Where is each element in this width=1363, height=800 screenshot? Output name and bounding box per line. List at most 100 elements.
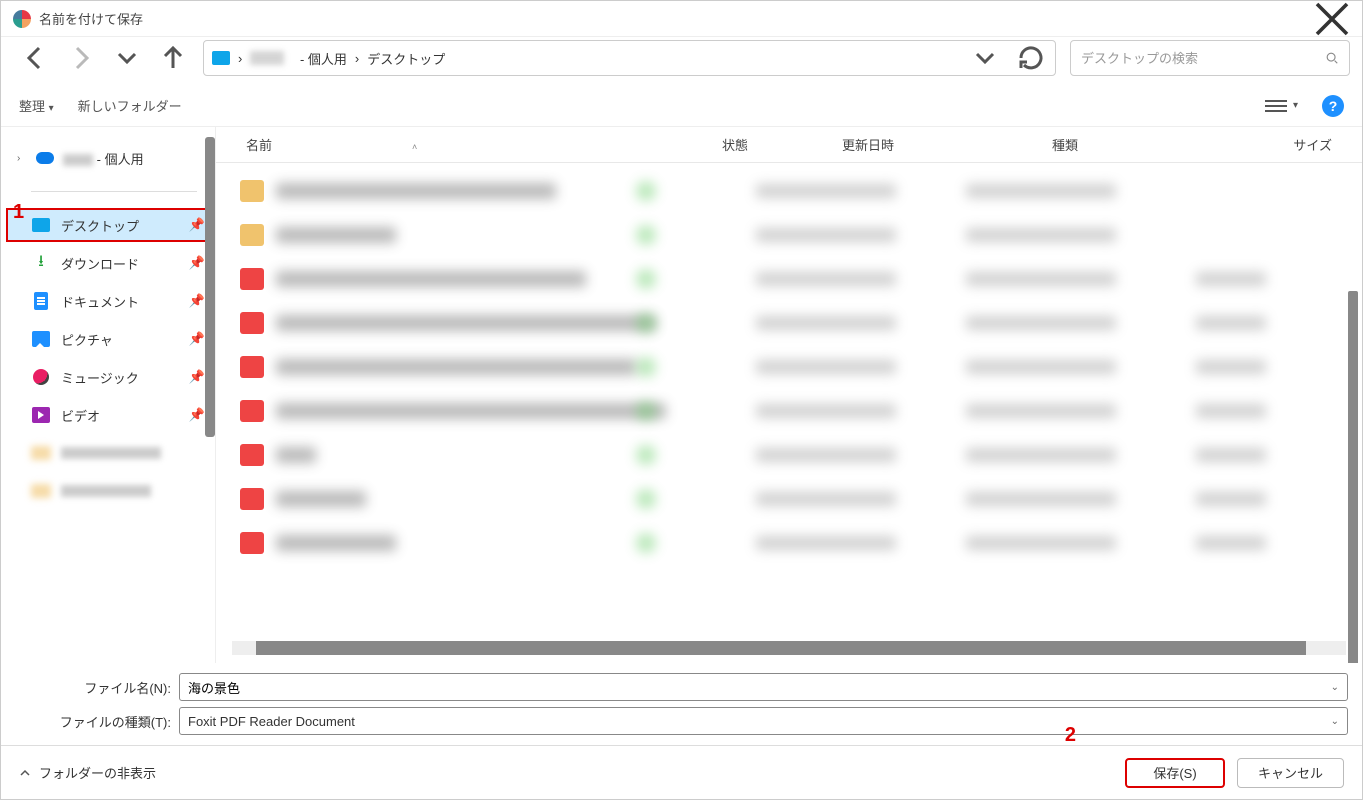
cancel-button[interactable]: キャンセル xyxy=(1237,758,1344,788)
file-list-pane: 名前˄ 状態 更新日時 種類 サイズ xyxy=(216,127,1362,663)
window-title: 名前を付けて保存 xyxy=(39,9,1314,28)
sidebar-root-onedrive[interactable]: › - 個人用 xyxy=(1,139,215,177)
filetype-value: Foxit PDF Reader Document xyxy=(188,714,1331,729)
help-button[interactable]: ? xyxy=(1322,95,1344,117)
filename-label: ファイル名(N): xyxy=(15,678,179,697)
address-bar[interactable]: › - 個人用 › デスクトップ xyxy=(203,40,1056,76)
list-icon xyxy=(1265,100,1287,112)
command-bar: 整理 ▾ 新しいフォルダー ▾ ? xyxy=(1,85,1362,127)
sidebar-item-pictures[interactable]: ピクチャ 📌 xyxy=(1,320,215,358)
column-headers: 名前˄ 状態 更新日時 種類 サイズ xyxy=(216,127,1362,163)
app-icon xyxy=(13,10,31,28)
dialog-footer: 2 フォルダーの非表示 保存(S) キャンセル xyxy=(1,745,1362,799)
search-input[interactable] xyxy=(1081,51,1325,66)
arrow-left-icon xyxy=(19,42,51,74)
table-row[interactable] xyxy=(216,301,1362,345)
document-icon xyxy=(34,292,48,310)
column-size[interactable]: サイズ xyxy=(1242,135,1352,154)
table-row[interactable] xyxy=(216,477,1362,521)
table-row[interactable] xyxy=(216,389,1362,433)
pin-icon[interactable]: 📌 xyxy=(189,331,205,347)
table-row[interactable] xyxy=(216,169,1362,213)
sidebar-scrollbar[interactable] xyxy=(205,137,215,437)
pdf-icon xyxy=(240,268,264,290)
sidebar-item-label: ピクチャ xyxy=(61,330,113,349)
navigation-bar: › - 個人用 › デスクトップ xyxy=(1,37,1362,85)
video-icon xyxy=(32,407,50,423)
pdf-icon xyxy=(240,444,264,466)
sidebar-item[interactable] xyxy=(1,434,215,472)
sidebar-item-label: ビデオ xyxy=(61,406,100,425)
new-folder-button[interactable]: 新しいフォルダー xyxy=(78,96,182,115)
chevron-down-icon[interactable]: ⌄ xyxy=(1331,682,1339,693)
breadcrumb-item[interactable]: - 個人用 xyxy=(250,49,347,68)
search-box[interactable] xyxy=(1070,40,1350,76)
table-row[interactable] xyxy=(216,521,1362,565)
pin-icon[interactable]: 📌 xyxy=(189,293,205,309)
close-icon xyxy=(1314,1,1350,37)
pictures-icon xyxy=(32,331,50,347)
chevron-down-icon xyxy=(111,42,143,74)
pdf-icon xyxy=(240,400,264,422)
column-name[interactable]: 名前˄ xyxy=(246,135,722,154)
sidebar-item-label: ミュージック xyxy=(61,368,139,387)
filename-input[interactable] xyxy=(188,680,1331,695)
sidebar-item-documents[interactable]: ドキュメント 📌 xyxy=(1,282,215,320)
folder-icon xyxy=(31,484,51,498)
sidebar-item-videos[interactable]: ビデオ 📌 xyxy=(1,396,215,434)
chevron-up-icon xyxy=(19,767,31,779)
recent-button[interactable] xyxy=(111,42,143,74)
column-state[interactable]: 状態 xyxy=(722,135,842,154)
sidebar-item-desktop[interactable]: デスクトップ 📌 xyxy=(1,206,215,244)
chevron-down-icon xyxy=(969,42,1001,74)
table-row[interactable] xyxy=(216,433,1362,477)
view-options-button[interactable]: ▾ xyxy=(1265,100,1298,112)
filetype-field[interactable]: Foxit PDF Reader Document ⌄ xyxy=(179,707,1348,735)
horizontal-scrollbar[interactable] xyxy=(232,641,1346,655)
breadcrumb-separator: › xyxy=(355,51,359,66)
pin-icon[interactable]: 📌 xyxy=(189,217,205,233)
vertical-scrollbar[interactable] xyxy=(1348,291,1358,663)
save-form: ファイル名(N): ⌄ ファイルの種類(T): Foxit PDF Reader… xyxy=(1,663,1362,745)
column-type[interactable]: 種類 xyxy=(1052,135,1242,154)
filetype-label: ファイルの種類(T): xyxy=(15,712,179,731)
breadcrumb-item[interactable]: デスクトップ xyxy=(367,49,445,68)
sort-indicator-icon: ˄ xyxy=(412,142,417,152)
column-date[interactable]: 更新日時 xyxy=(842,135,1052,154)
pdf-icon xyxy=(240,532,264,554)
pin-icon[interactable]: 📌 xyxy=(189,255,205,271)
cloud-icon xyxy=(36,152,54,164)
save-button[interactable]: 保存(S) xyxy=(1125,758,1225,788)
pdf-icon xyxy=(240,488,264,510)
refresh-icon xyxy=(1015,42,1047,74)
arrow-right-icon xyxy=(65,42,97,74)
sidebar-item-downloads[interactable]: ⭳ ダウンロード 📌 xyxy=(1,244,215,282)
address-history-button[interactable] xyxy=(969,42,1001,74)
back-button[interactable] xyxy=(19,42,51,74)
pin-icon[interactable]: 📌 xyxy=(189,369,205,385)
desktop-icon xyxy=(212,51,230,65)
pdf-icon xyxy=(240,356,264,378)
breadcrumb-separator: › xyxy=(238,51,242,66)
refresh-button[interactable] xyxy=(1015,42,1047,74)
close-button[interactable] xyxy=(1314,1,1350,37)
sidebar-item-music[interactable]: ミュージック 📌 xyxy=(1,358,215,396)
file-rows xyxy=(216,163,1362,637)
download-icon: ⭳ xyxy=(31,254,51,272)
table-row[interactable] xyxy=(216,257,1362,301)
hide-folders-toggle[interactable]: フォルダーの非表示 xyxy=(19,763,156,782)
organize-menu[interactable]: 整理 ▾ xyxy=(19,96,54,115)
sidebar-item[interactable] xyxy=(1,472,215,510)
sidebar-item-label: デスクトップ xyxy=(61,216,139,235)
table-row[interactable] xyxy=(216,345,1362,389)
filename-field[interactable]: ⌄ xyxy=(179,673,1348,701)
table-row[interactable] xyxy=(216,213,1362,257)
up-button[interactable] xyxy=(157,42,189,74)
desktop-icon xyxy=(32,218,50,232)
forward-button[interactable] xyxy=(65,42,97,74)
pin-icon[interactable]: 📌 xyxy=(189,407,205,423)
chevron-down-icon[interactable]: ⌄ xyxy=(1331,716,1339,727)
search-icon xyxy=(1325,51,1339,65)
expand-icon: › xyxy=(17,153,27,164)
help-icon: ? xyxy=(1329,98,1338,114)
